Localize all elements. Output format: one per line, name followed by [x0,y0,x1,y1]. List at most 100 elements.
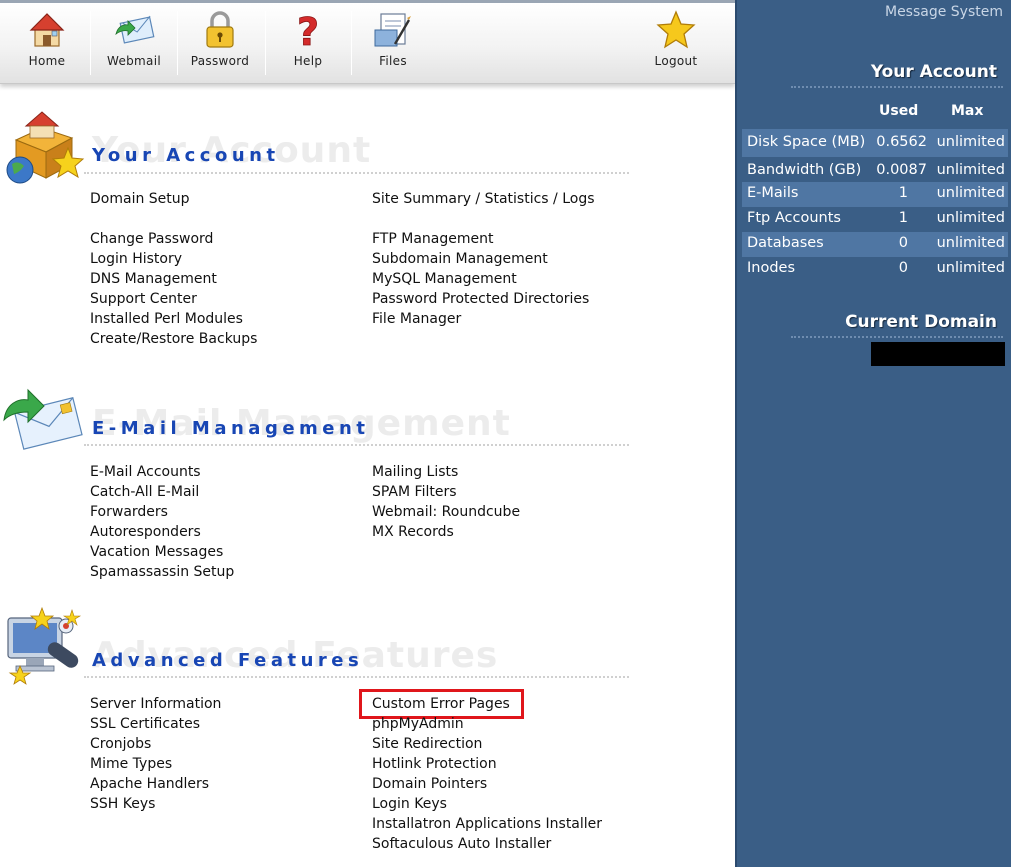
account-sidebar: Message System Your Account Used Max Dis… [735,0,1011,867]
message-system-link[interactable]: Message System [885,4,1003,20]
toolbar-divider [265,11,266,75]
help-label: Help [293,54,323,68]
files-icon [374,13,411,47]
link-ssh-keys[interactable]: SSH Keys [90,795,155,813]
usage-label: E-Mails [747,185,799,201]
usage-label: Databases [747,235,824,251]
top-toolbar: Home Webmail Password ? Help Files Logou… [0,0,735,84]
files-button[interactable]: Files [362,8,424,80]
toolbar-divider [177,11,178,75]
link-autoresponders[interactable]: Autoresponders [90,523,201,541]
usage-used: 0.0087 [876,162,927,178]
link-email-accounts[interactable]: E-Mail Accounts [90,463,201,481]
usage-max: unlimited [936,185,1005,201]
usage-row: Bandwidth (GB) 0.0087 unlimited [742,157,1008,182]
usage-row: Disk Space (MB) 0.6562 unlimited [742,129,1008,157]
heading-divider [791,336,1003,338]
link-mx-records[interactable]: MX Records [372,523,454,541]
usage-max: unlimited [936,162,1005,178]
link-create-restore-backups[interactable]: Create/Restore Backups [90,330,257,348]
usage-label: Bandwidth (GB) [747,162,862,178]
link-site-redirection[interactable]: Site Redirection [372,735,482,753]
logout-button[interactable]: Logout [648,8,704,80]
files-label: Files [379,54,407,68]
link-server-information[interactable]: Server Information [90,695,221,713]
link-phpmyadmin[interactable]: phpMyAdmin [372,715,464,733]
section-divider [84,676,629,678]
link-dns-management[interactable]: DNS Management [90,270,217,288]
link-apache-handlers[interactable]: Apache Handlers [90,775,209,793]
section-title: Your Account [92,145,280,166]
usage-max: unlimited [936,260,1005,276]
link-hotlink-protection[interactable]: Hotlink Protection [372,755,497,773]
usage-row: E-Mails 1 unlimited [742,182,1008,207]
section-divider [84,172,629,174]
section-title: E-Mail Management [92,418,370,439]
email-envelope-icon [3,388,83,450]
usage-used: 1 [898,185,908,201]
usage-used: 0 [898,235,908,251]
usage-max: unlimited [936,134,1005,150]
link-login-keys[interactable]: Login Keys [372,795,447,813]
link-custom-error-pages[interactable]: Custom Error Pages [372,695,510,713]
link-subdomain-management[interactable]: Subdomain Management [372,250,548,268]
webmail-label: Webmail [107,54,161,68]
link-catch-all-email[interactable]: Catch-All E-Mail [90,483,199,501]
link-change-password[interactable]: Change Password [90,230,213,248]
link-ftp-management[interactable]: FTP Management [372,230,493,248]
link-webmail-roundcube[interactable]: Webmail: Roundcube [372,503,520,521]
usage-row: Ftp Accounts 1 unlimited [742,207,1008,232]
help-button[interactable]: ? Help [278,8,338,80]
link-mysql-management[interactable]: MySQL Management [372,270,517,288]
account-box-icon [6,111,85,184]
link-domain-setup[interactable]: Domain Setup [90,190,190,208]
home-label: Home [28,54,66,68]
usage-row: Inodes 0 unlimited [742,257,1008,282]
link-login-history[interactable]: Login History [90,250,182,268]
link-site-summary[interactable]: Site Summary / Statistics / Logs [372,190,595,208]
link-mime-types[interactable]: Mime Types [90,755,172,773]
usage-label: Inodes [747,260,796,276]
advanced-monitor-icon [7,606,82,685]
home-button[interactable]: Home [18,8,76,80]
usage-used: 1 [898,210,908,226]
link-ssl-certificates[interactable]: SSL Certificates [90,715,200,733]
toolbar-divider [90,11,91,75]
section-divider [84,444,629,446]
password-label: Password [190,54,250,68]
link-domain-pointers[interactable]: Domain Pointers [372,775,487,793]
star-icon [656,10,696,49]
link-file-manager[interactable]: File Manager [372,310,461,328]
svg-text:?: ? [297,10,319,52]
link-vacation-messages[interactable]: Vacation Messages [90,543,223,561]
webmail-button[interactable]: Webmail [100,8,168,80]
home-icon [29,13,65,47]
link-spamassassin-setup[interactable]: Spamassassin Setup [90,563,234,581]
usage-row: Databases 0 unlimited [742,232,1008,257]
link-spam-filters[interactable]: SPAM Filters [372,483,457,501]
usage-used: 0 [898,260,908,276]
link-softaculous[interactable]: Softaculous Auto Installer [372,835,551,853]
usage-max: unlimited [936,235,1005,251]
link-forwarders[interactable]: Forwarders [90,503,168,521]
link-support-center[interactable]: Support Center [90,290,197,308]
link-mailing-lists[interactable]: Mailing Lists [372,463,458,481]
your-account-heading: Your Account [870,62,997,82]
logout-label: Logout [654,54,698,68]
usage-used: 0.6562 [876,134,927,150]
usage-label: Disk Space (MB) [747,134,866,150]
lock-icon [206,11,234,48]
redacted-domain [871,342,1005,366]
max-column-header: Max [951,103,984,119]
usage-label: Ftp Accounts [747,210,841,226]
link-password-protected-directories[interactable]: Password Protected Directories [372,290,589,308]
link-installed-perl-modules[interactable]: Installed Perl Modules [90,310,243,328]
link-installatron[interactable]: Installatron Applications Installer [372,815,602,833]
link-cronjobs[interactable]: Cronjobs [90,735,151,753]
webmail-icon [115,15,155,44]
usage-max: unlimited [936,210,1005,226]
password-button[interactable]: Password [188,8,252,80]
used-column-header: Used [879,103,919,119]
toolbar-divider [351,11,352,75]
help-icon: ? [297,10,320,52]
